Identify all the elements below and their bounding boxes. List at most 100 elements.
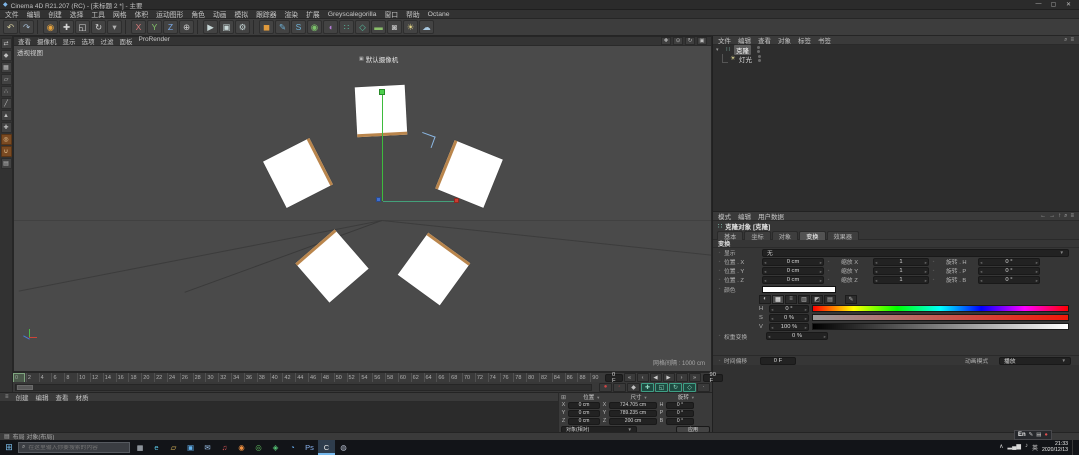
edges-mode-icon[interactable]: ╱ xyxy=(0,98,12,109)
object-manager-menu-item[interactable]: 对象 xyxy=(778,35,791,45)
visibility-dots[interactable] xyxy=(757,46,760,53)
app-edge-icon[interactable]: e xyxy=(148,440,165,455)
eyedropper-icon[interactable]: ✎ xyxy=(845,294,857,304)
render-settings-icon[interactable]: ⚙ xyxy=(235,20,250,34)
autokey-icon[interactable]: ◦ xyxy=(613,382,626,392)
viewport-menu-item[interactable]: 摄像机 xyxy=(37,36,57,46)
separator[interactable] xyxy=(197,20,200,34)
app-c4d-icon[interactable]: C xyxy=(318,440,335,455)
ime-toolbar[interactable]: En ✎ ▤ ● xyxy=(1014,430,1052,440)
camera-icon[interactable]: ◙ xyxy=(387,20,402,34)
snap-icon[interactable]: ∪ xyxy=(0,146,12,157)
saturation-field[interactable]: ◂ 0 % ▸ xyxy=(769,313,809,322)
make-editable-icon[interactable]: ⇄ xyxy=(0,38,12,49)
saturation-gradient-bar[interactable] xyxy=(812,314,1069,321)
object-manager-menu-item[interactable]: 文件 xyxy=(718,35,731,45)
points-mode-icon[interactable]: ∴ xyxy=(0,86,12,97)
scale-field[interactable]: ◂ 1 ▸ xyxy=(873,266,929,275)
app-chat-icon[interactable]: ◈ xyxy=(267,440,284,455)
size-field[interactable]: 789.235 cm xyxy=(609,409,657,417)
model-mode-icon[interactable]: ◆ xyxy=(0,50,12,61)
material-menu-item[interactable]: 编辑 xyxy=(36,392,49,402)
search-icon[interactable]: ⌕ xyxy=(1064,213,1067,220)
material-menu-item[interactable]: 材质 xyxy=(76,392,89,402)
viewport-menu-item[interactable]: 显示 xyxy=(63,36,76,46)
gizmo-x-handle[interactable] xyxy=(454,198,459,203)
start-button[interactable]: ⊞ xyxy=(0,440,18,455)
menubar-item[interactable]: 跟踪器 xyxy=(256,9,276,19)
prev-frame-icon[interactable]: ◀ xyxy=(649,373,662,382)
solo-mode-icon[interactable]: ◎ xyxy=(0,134,12,145)
tray-expand-icon[interactable]: ∧ xyxy=(999,443,1003,452)
menubar-item[interactable]: 模拟 xyxy=(235,9,249,19)
render-picture-viewer-icon[interactable]: ▣ xyxy=(219,20,234,34)
frame-slider-thumb[interactable] xyxy=(17,384,33,390)
record-scale-icon[interactable]: ◱ xyxy=(655,382,668,392)
attribute-menu-item[interactable]: 用户数据 xyxy=(758,211,784,221)
render-view-icon[interactable]: ▶ xyxy=(203,20,218,34)
menubar-item[interactable]: Greyscalegorilla xyxy=(328,11,377,18)
viewport-menu-item[interactable]: 过滤 xyxy=(101,36,114,46)
lock-workplane-icon[interactable]: ▤ xyxy=(0,158,12,169)
ime-pen-icon[interactable]: ✎ xyxy=(1029,432,1034,438)
move-tool-icon[interactable]: ✚ xyxy=(59,20,74,34)
toggle-view-icon[interactable]: ▣ xyxy=(697,37,707,45)
attribute-tab[interactable]: 对象 xyxy=(771,231,799,241)
rotation-field[interactable]: ◂ 0 ° ▸ xyxy=(978,266,1040,275)
color-mixer-icon[interactable]: ◩ xyxy=(811,294,823,304)
color-swatch[interactable] xyxy=(762,285,836,293)
coordinate-system-icon[interactable]: ⊕ xyxy=(179,20,194,34)
rotate-view-icon[interactable]: ↻ xyxy=(685,37,695,45)
menubar-item[interactable]: 选择 xyxy=(70,9,84,19)
separator[interactable] xyxy=(125,20,128,34)
app-qq-icon[interactable]: ◔ xyxy=(284,440,301,455)
spline-icon[interactable]: S xyxy=(291,20,306,34)
area-light-plane[interactable] xyxy=(397,232,471,306)
area-light-plane[interactable] xyxy=(263,138,333,208)
frame-slider[interactable] xyxy=(15,383,592,391)
color-spectrum-icon[interactable]: ▦ xyxy=(772,294,784,304)
menubar-item[interactable]: 帮助 xyxy=(406,9,420,19)
position-field[interactable]: 0 cm xyxy=(568,401,600,409)
record-objects-icon[interactable]: ● xyxy=(599,382,612,392)
visibility-dots[interactable] xyxy=(758,55,761,62)
primitive-cube-icon[interactable]: ◼ xyxy=(259,20,274,34)
object-manager-menu-item[interactable]: 编辑 xyxy=(738,35,751,45)
hue-gradient-bar[interactable] xyxy=(812,305,1069,312)
color-sliders-icon[interactable]: ≡ xyxy=(785,294,797,304)
search-icon[interactable]: ⌕ xyxy=(1064,37,1067,44)
zoom-view-icon[interactable]: ⊙ xyxy=(673,37,683,45)
play-icon[interactable]: ▶ xyxy=(662,373,675,382)
object-name[interactable]: 灯光 xyxy=(739,54,752,64)
subdivision-surface-icon[interactable]: ◉ xyxy=(307,20,322,34)
object-row-cloner[interactable]: ▾ ∷ 克隆 xyxy=(713,44,1079,55)
position-field[interactable]: 0 cm xyxy=(568,409,600,417)
material-menu-item[interactable]: 查看 xyxy=(56,392,69,402)
viewport-menu-item[interactable]: 面板 xyxy=(120,36,133,46)
record-rotation-icon[interactable]: ↻ xyxy=(669,382,682,392)
rotation-field[interactable]: 0 ° xyxy=(666,409,694,417)
ime-keyboard-icon[interactable]: ▤ xyxy=(1036,432,1041,438)
menubar-item[interactable]: 扩展 xyxy=(306,9,320,19)
polygons-mode-icon[interactable]: ▲ xyxy=(0,110,12,121)
axis-x-lock-icon[interactable]: X xyxy=(131,20,146,34)
area-light-plane[interactable] xyxy=(435,140,503,208)
viewport-menu-item[interactable]: 选项 xyxy=(82,36,95,46)
axis-z-lock-icon[interactable]: Z xyxy=(163,20,178,34)
back-icon[interactable]: ← xyxy=(1040,213,1046,220)
anim-mode-dropdown[interactable]: 播放 ▼ xyxy=(999,356,1071,365)
pen-tool-icon[interactable]: ✎ xyxy=(275,20,290,34)
separator[interactable] xyxy=(253,20,256,34)
time-offset-field[interactable]: 0 F xyxy=(760,356,796,365)
close-button[interactable]: ✕ xyxy=(1061,1,1076,8)
color-presets-icon[interactable]: ▤ xyxy=(824,294,836,304)
simulation-icon[interactable]: ◇ xyxy=(355,20,370,34)
weight-field[interactable]: ◂ 0 % ▸ xyxy=(766,332,828,340)
sky-icon[interactable]: ☁ xyxy=(419,20,434,34)
menubar-item[interactable]: 工具 xyxy=(91,9,105,19)
ime-lang-icon[interactable]: 英 xyxy=(1032,443,1038,452)
gizmo-y-handle[interactable] xyxy=(379,89,385,95)
task-view-icon[interactable]: ▦ xyxy=(132,440,148,455)
viewport-canvas[interactable]: 透视视图 ▣ 默认摄像机 网格间隔: 1000 cm xyxy=(14,46,711,371)
app-photoshop-icon[interactable]: Ps xyxy=(301,440,318,455)
